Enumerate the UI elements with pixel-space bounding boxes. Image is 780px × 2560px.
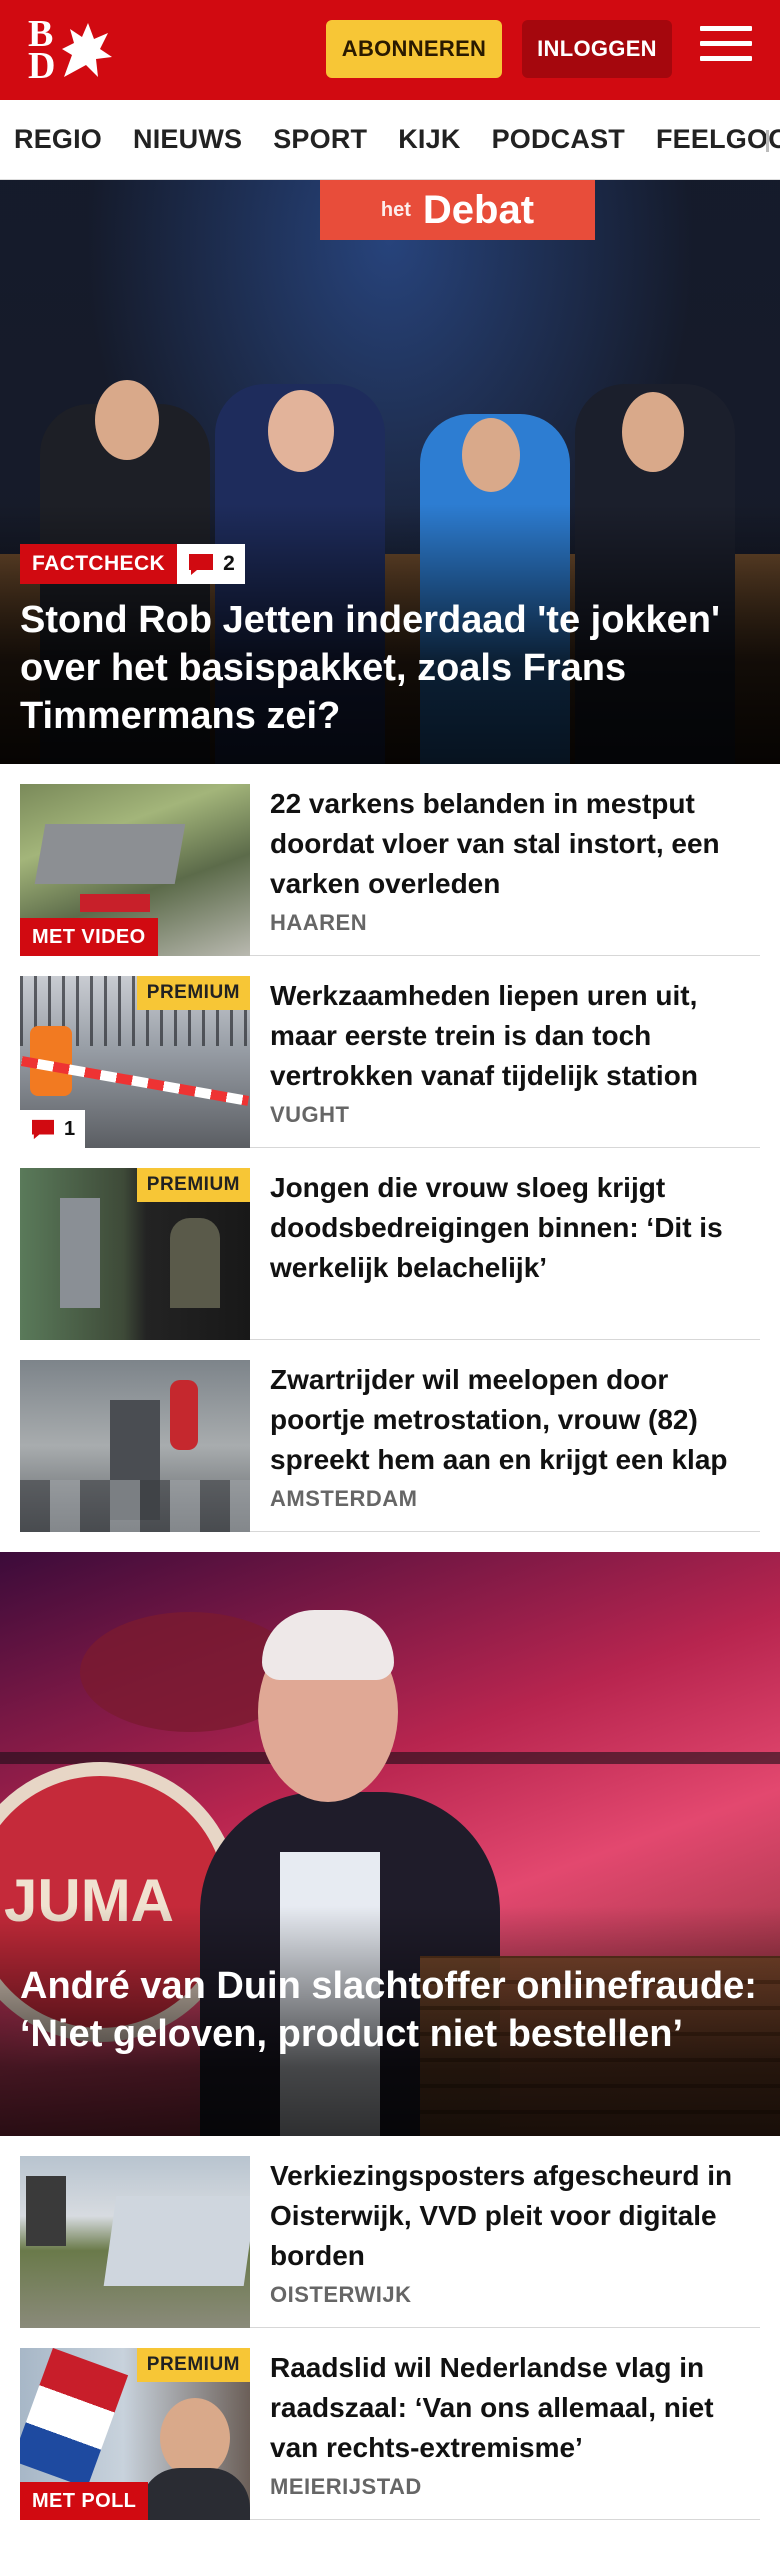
hamburger-menu-icon[interactable] — [700, 26, 752, 72]
article-headline[interactable]: Zwartrijder wil meelopen door poortje me… — [270, 1360, 760, 1480]
article-list: Verkiezingsposters afgescheurd in Oister… — [0, 2136, 780, 2520]
premium-badge: PREMIUM — [136, 976, 250, 1010]
list-item[interactable]: Zwartrijder wil meelopen door poortje me… — [20, 1340, 760, 1532]
article-location: MEIERIJSTAD — [270, 2474, 422, 2499]
login-button[interactable]: INLOGGEN — [522, 20, 672, 78]
list-item[interactable]: MET VIDEO 22 varkens belanden in mestput… — [20, 764, 760, 956]
nav-item-sport[interactable]: SPORT — [273, 124, 367, 155]
hero-headline[interactable]: André van Duin slachtoffer onlinefraude:… — [20, 1962, 760, 2058]
article-location: OISTERWIJK — [270, 2282, 412, 2307]
nav-overflow-indicator — [766, 130, 769, 152]
site-header: B D ABONNEREN INLOGGEN — [0, 0, 780, 100]
factcheck-tag: FACTCHECK — [20, 544, 178, 584]
premium-badge: PREMIUM — [136, 2348, 250, 2382]
comment-count[interactable]: 1 — [20, 1110, 86, 1148]
article-headline[interactable]: Raadslid wil Nederlandse vlag in raadsza… — [270, 2348, 760, 2468]
article-thumbnail: MET VIDEO — [20, 784, 250, 956]
article-headline[interactable]: Verkiezingsposters afgescheurd in Oister… — [270, 2156, 760, 2276]
nav-item-podcast[interactable]: PODCAST — [492, 124, 625, 155]
comment-count-value: 1 — [64, 1117, 76, 1140]
article-thumbnail — [20, 1360, 250, 1532]
hero-headline[interactable]: Stond Rob Jetten inderdaad 'te jokken' o… — [20, 596, 740, 740]
list-item[interactable]: PREMIUM 1 Werkzaamheden liepen uren uit,… — [20, 956, 760, 1148]
article-thumbnail — [20, 2156, 250, 2328]
hero-tags: FACTCHECK 2 — [20, 544, 245, 584]
video-badge: MET VIDEO — [20, 918, 158, 956]
nav-item-kijk[interactable]: KIJK — [398, 124, 460, 155]
hero-article[interactable]: JUMA André van Duin slachtoffer onlinefr… — [0, 1552, 780, 2136]
article-thumbnail: PREMIUM 1 — [20, 976, 250, 1148]
article-list: MET VIDEO 22 varkens belanden in mestput… — [0, 764, 780, 1532]
section-nav: REGIO NIEUWS SPORT KIJK PODCAST FEELGOOD — [0, 100, 780, 180]
debate-sign: het Debat — [320, 180, 595, 240]
subscribe-button[interactable]: ABONNEREN — [326, 20, 502, 78]
comment-icon — [189, 554, 214, 575]
article-thumbnail: PREMIUM MET POLL — [20, 2348, 250, 2520]
hero-article[interactable]: het Debat FACTCHECK 2 Stond Rob Jetten i… — [0, 180, 780, 764]
nav-item-regio[interactable]: REGIO — [14, 124, 102, 155]
article-headline[interactable]: 22 varkens belanden in mestput doordat v… — [270, 784, 760, 904]
poll-badge: MET POLL — [20, 2482, 149, 2520]
comment-count[interactable]: 2 — [177, 544, 245, 584]
bd-logo[interactable]: B D — [26, 15, 116, 85]
list-item[interactable]: PREMIUM Jongen die vrouw sloeg krijgt do… — [20, 1148, 760, 1340]
article-headline[interactable]: Werkzaamheden liepen uren uit, maar eers… — [270, 976, 760, 1096]
logo-letter-d: D — [28, 45, 56, 87]
nav-item-feelgood[interactable]: FEELGOOD — [656, 124, 780, 155]
list-item[interactable]: PREMIUM MET POLL Raadslid wil Nederlands… — [20, 2328, 760, 2520]
article-thumbnail: PREMIUM — [20, 1168, 250, 1340]
dragon-icon — [62, 23, 112, 77]
comment-icon — [32, 1119, 54, 1140]
premium-badge: PREMIUM — [136, 1168, 250, 1202]
article-location: HAAREN — [270, 910, 368, 935]
list-item[interactable]: Verkiezingsposters afgescheurd in Oister… — [20, 2136, 760, 2328]
comment-count-value: 2 — [223, 552, 235, 575]
nav-item-nieuws[interactable]: NIEUWS — [133, 124, 242, 155]
article-location: AMSTERDAM — [270, 1486, 418, 1511]
article-headline[interactable]: Jongen die vrouw sloeg krijgt doodsbedre… — [270, 1168, 760, 1288]
article-location: VUGHT — [270, 1102, 350, 1127]
